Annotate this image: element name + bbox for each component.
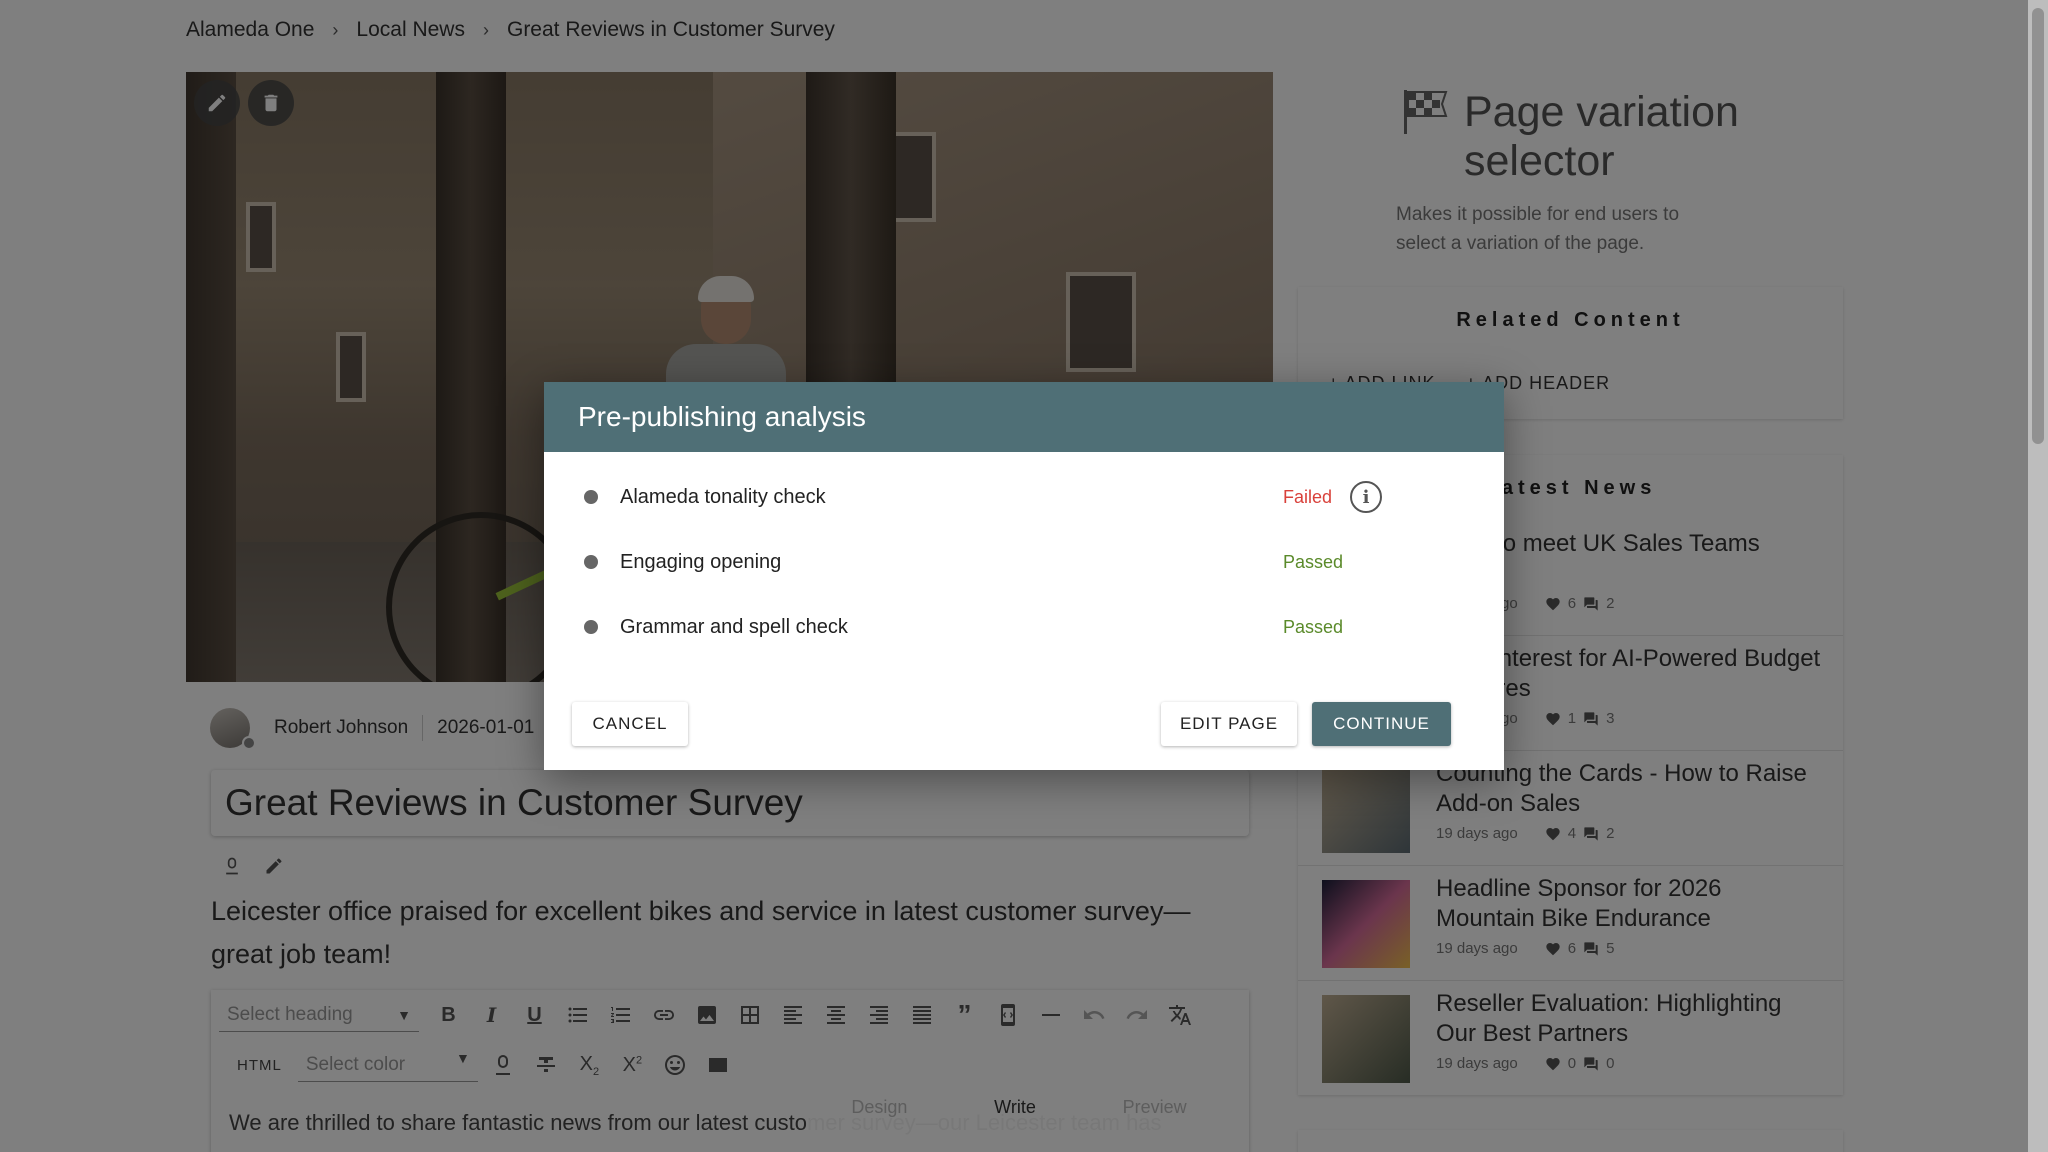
check-label: Engaging opening [620,550,782,573]
bullet-icon [584,620,598,634]
continue-button[interactable]: CONTINUE [1312,702,1451,746]
check-status-passed: Passed [1283,551,1344,572]
pre-publishing-dialog: Pre-publishing analysis Alameda tonality… [544,382,1504,770]
cancel-button[interactable]: CANCEL [572,702,688,746]
edit-page-button[interactable]: EDIT PAGE [1161,702,1297,746]
check-row: Alameda tonality check Failed i [544,477,1504,517]
check-status-failed: Failed [1283,486,1333,507]
bullet-icon [584,555,598,569]
scrollbar-thumb[interactable] [2032,8,2044,444]
check-row: Grammar and spell check Passed [544,607,1504,647]
bullet-icon [584,490,598,504]
check-status-passed: Passed [1283,616,1344,637]
dialog-title: Pre-publishing analysis [578,401,866,432]
check-row: Engaging opening Passed [544,542,1504,582]
check-label: Grammar and spell check [620,615,848,638]
page-scrollbar[interactable] [2028,0,2048,1152]
info-icon[interactable]: i [1350,481,1382,513]
check-label: Alameda tonality check [620,485,826,508]
dialog-header: Pre-publishing analysis [544,382,1504,452]
